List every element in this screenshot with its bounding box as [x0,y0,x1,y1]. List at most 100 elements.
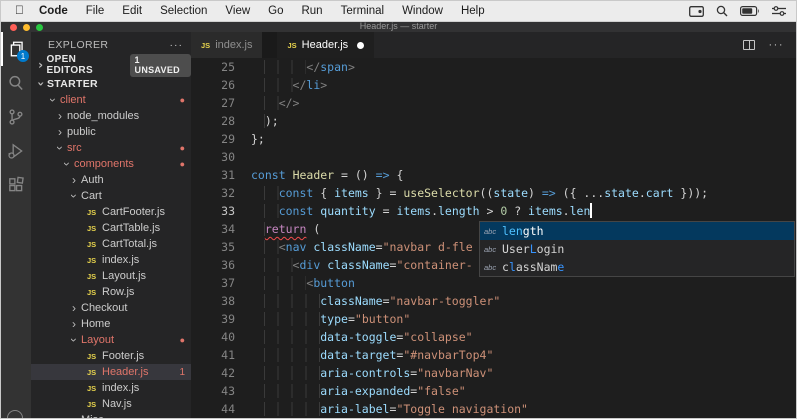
js-file-icon: JS [87,287,97,297]
account-icon[interactable] [7,410,23,418]
tree-item-src[interactable]: › src ● [31,140,191,156]
starter-section[interactable]: › STARTER [31,76,191,92]
tree-item-label: public [67,126,96,138]
tree-item-label: CartTotal.js [102,238,158,250]
tree-item-index-js[interactable]: JS index.js [31,252,191,268]
control-center-icon[interactable] [772,6,786,16]
code-line-32[interactable]: 32 const { items } = useSelector((state)… [191,184,796,202]
split-editor-icon[interactable] [742,40,755,50]
tab-label: index.js [215,39,253,51]
search-icon[interactable] [716,5,728,17]
tree-item-label: Home [81,318,111,330]
menu-run[interactable]: Run [292,5,331,17]
tree-item-row-js[interactable]: JS Row.js [31,284,191,300]
tree-item-nav-js[interactable]: JS Nav.js [31,396,191,412]
code-line-26[interactable]: 26 </li> [191,76,796,94]
tab-index-js[interactable]: JS index.js [191,32,263,58]
code-line-25[interactable]: 25 </span> [191,58,796,76]
line-number: 40 [221,330,235,344]
code-line-31[interactable]: 31 const Header = () => { [191,166,796,184]
chevron-right-icon: › [58,125,62,139]
extensions-activity-icon[interactable] [1,168,31,202]
line-number: 33 [221,204,235,218]
tree-item-label: index.js [102,382,140,394]
tree-item-auth[interactable]: › Auth [31,172,191,188]
editor-more-icon[interactable]: ··· [769,39,785,51]
git-branch-icon [9,109,23,125]
tree-item-label: CartFooter.js [102,206,165,218]
tree-item-index-js[interactable]: JS index.js [31,380,191,396]
menu-terminal[interactable]: Terminal [332,5,393,17]
tree-item-layout-js[interactable]: JS Layout.js [31,268,191,284]
tree-item-cartfooter-js[interactable]: JS CartFooter.js [31,204,191,220]
explorer-activity-icon[interactable]: 1 [1,32,31,66]
explorer-sidebar: EXPLORER ··· › OPEN EDITORS 1 UNSAVED › … [31,32,191,418]
code-line-29[interactable]: 29}; [191,130,796,148]
tree-item-home[interactable]: › Home [31,316,191,332]
tree-item-carttable-js[interactable]: JS CartTable.js [31,220,191,236]
menu-code[interactable]: Code [30,5,77,17]
source-control-activity-icon[interactable] [1,100,31,134]
apple-menu-icon[interactable]:  [15,3,24,17]
code-line-30[interactable]: 30 [191,148,796,166]
modified-dot-icon[interactable] [357,41,365,49]
menu-go[interactable]: Go [259,5,292,17]
code-line-39[interactable]: 39 type="button" [191,310,796,328]
suggestion-length[interactable]: abc len gth [480,222,794,240]
chevron-down-icon: › [53,146,67,150]
tab-header-js[interactable]: JS Header.js [277,32,375,58]
menu-selection[interactable]: Selection [151,5,216,17]
window-titlebar: Header.js — starter [1,21,796,32]
tree-item-cart[interactable]: › Cart [31,188,191,204]
tree-item-label: Checkout [81,302,128,314]
word-suggestion-icon: abc [484,262,497,272]
code-line-40[interactable]: 40 data-toggle="collapse" [191,328,796,346]
code-line-42[interactable]: 42 aria-controls="navbarNav" [191,364,796,382]
tree-item-node-modules[interactable]: › node_modules [31,108,191,124]
modified-dot-badge: ● [179,95,185,105]
js-file-icon: JS [87,239,97,249]
line-number: 29 [221,132,235,146]
tree-item-checkout[interactable]: › Checkout [31,300,191,316]
search-activity-icon[interactable] [1,66,31,100]
menu-file[interactable]: File [77,5,114,17]
code-line-41[interactable]: 41 data-target="#navbarTop4" [191,346,796,364]
explorer-more-icon[interactable]: ··· [170,39,184,51]
open-editors-section[interactable]: › OPEN EDITORS 1 UNSAVED [31,53,191,77]
code-line-28[interactable]: 28 ); [191,112,796,130]
tree-item-client[interactable]: › client ● [31,92,191,108]
activity-bar: 1 [1,32,31,418]
code-line-27[interactable]: 27 </> [191,94,796,112]
modified-dot-badge: ● [179,159,185,169]
code-line-44[interactable]: 44 aria-label="Toggle navigation" [191,400,796,418]
chevron-right-icon: › [58,109,62,123]
tree-item-public[interactable]: › public [31,124,191,140]
run-debug-activity-icon[interactable] [1,134,31,168]
open-editors-label: OPEN EDITORS [46,54,93,76]
explorer-title: EXPLORER [48,39,109,51]
chevron-right-icon: › [72,317,76,331]
menu-window[interactable]: Window [393,5,452,17]
menu-edit[interactable]: Edit [113,5,151,17]
tree-item-label: Auth [81,174,104,186]
window-title: Header.js — starter [359,21,438,31]
code-line-43[interactable]: 43 aria-expanded="false" [191,382,796,400]
screen-mirroring-icon[interactable] [689,5,704,17]
menu-help[interactable]: Help [452,5,494,17]
tree-item-header-js[interactable]: JS Header.js 1 [31,364,191,380]
suggestion-userlogin[interactable]: abc User Login [480,240,794,258]
code-line-38[interactable]: 38 className="navbar-toggler" [191,292,796,310]
tree-item-label: Cart [81,190,102,202]
menu-view[interactable]: View [216,5,259,17]
chevron-down-icon: › [67,194,81,198]
suggestion-classname[interactable]: abc c l assNam e [480,258,794,276]
battery-icon[interactable] [740,6,760,16]
code-line-33[interactable]: 33 const quantity = items.length > 0 ? i… [191,202,796,220]
tree-item-footer-js[interactable]: JS Footer.js [31,348,191,364]
tree-item-carttotal-js[interactable]: JS CartTotal.js [31,236,191,252]
tree-item-components[interactable]: › components ● [31,156,191,172]
chevron-down-icon: › [34,81,48,87]
line-number: 28 [221,114,235,128]
tree-item-misc[interactable]: ›Misc [31,412,191,418]
tree-item-layout[interactable]: › Layout ● [31,332,191,348]
